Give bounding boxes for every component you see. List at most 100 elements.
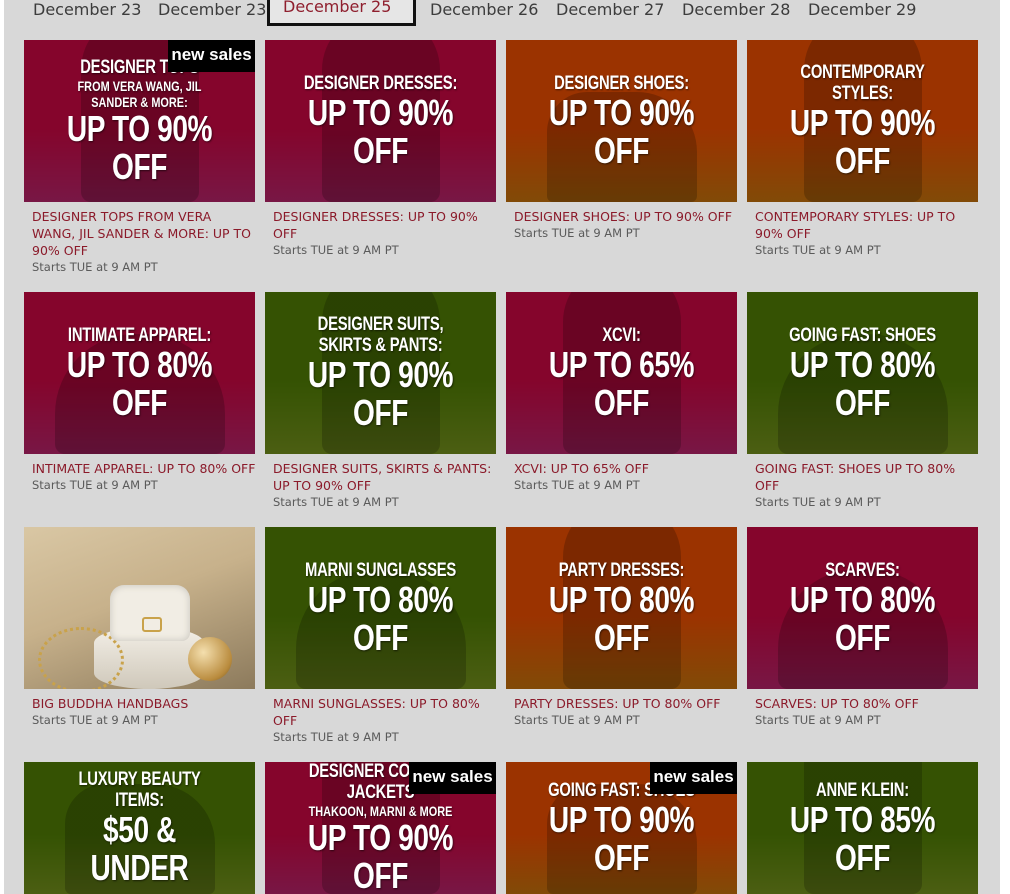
- sale-banner[interactable]: XCVI: Up to 65% off: [506, 292, 737, 454]
- sale-banner[interactable]: Marni Sunglasses Up to 80% off: [265, 527, 496, 689]
- sale-card: Anne Klein: Up to 85% off: [747, 762, 978, 894]
- sale-banner[interactable]: Luxury Beauty Items: $50 & under: [24, 762, 255, 894]
- sale-title-link[interactable]: XCVI: Up to 65% off: [514, 460, 740, 477]
- sales-page: December 23 December 23 December 25 Dece…: [4, 0, 1000, 894]
- banner-subline: from Vera Wang, Jil Sander & More:: [77, 77, 202, 110]
- sale-start-time: Starts TUE at 9 AM PT: [273, 495, 399, 509]
- handbag-shape: [110, 585, 190, 641]
- banner-discount: Up to 90% off: [789, 102, 936, 181]
- tab-december-26[interactable]: December 26: [430, 0, 538, 22]
- sale-start-time: Starts TUE at 9 AM PT: [32, 478, 158, 492]
- sale-start-time: Starts TUE at 9 AM PT: [514, 226, 640, 240]
- tab-december-27[interactable]: December 27: [556, 0, 664, 22]
- sale-banner[interactable]: Intimate Apparel: Up to 80% off: [24, 292, 255, 454]
- sale-card: Luxury Beauty Items: $50 & under: [24, 762, 255, 894]
- sale-title-link[interactable]: Designer Dresses: Up to 90% off: [273, 208, 499, 242]
- tab-december-29[interactable]: December 29: [808, 0, 916, 22]
- sale-start-time: Starts TUE at 9 AM PT: [273, 243, 399, 257]
- sale-banner[interactable]: Designer Coats & Jackets Thakoon, Marni &…: [265, 762, 496, 894]
- sale-title-link[interactable]: Big Buddha Handbags: [32, 695, 258, 712]
- sale-banner[interactable]: [24, 527, 255, 689]
- sale-start-time: Starts TUE at 9 AM PT: [755, 713, 881, 727]
- sale-banner[interactable]: Designer Suits, Skirts & Pants: Up to 90%…: [265, 292, 496, 454]
- banner-discount: Up to 80% off: [66, 343, 213, 423]
- banner-headline: Marni Sunglasses: [304, 559, 457, 581]
- banner-discount: Up to 65% off: [548, 343, 695, 423]
- banner-discount: Up to 80% off: [548, 578, 695, 658]
- banner-text: Designer Suits, Skirts & Pants: Up to 90%…: [295, 292, 466, 454]
- clasp-shape: [142, 617, 162, 632]
- sale-start-time: Starts TUE at 9 AM PT: [755, 243, 881, 257]
- banner-text: XCVI: Up to 65% off: [536, 292, 707, 454]
- banner-headline: Scarves:: [825, 559, 900, 581]
- sale-title-link[interactable]: Intimate Apparel: Up to 80% off: [32, 460, 258, 477]
- banner-headline: Designer Dresses:: [303, 72, 458, 94]
- sale-start-time: Starts TUE at 9 AM PT: [32, 260, 158, 274]
- sale-banner[interactable]: Scarves: Up to 80% off: [747, 527, 978, 689]
- sale-card: Contemporary Styles: Up to 90% off Contemp…: [747, 40, 978, 258]
- banner-discount: Up to 90% off: [66, 107, 213, 187]
- new-sales-badge: new sales: [168, 40, 255, 72]
- sale-card: Big Buddha Handbags Starts TUE at 9 AM PT: [24, 527, 255, 728]
- sale-title-link[interactable]: Party Dresses: Up to 80% off: [514, 695, 740, 712]
- banner-text: Intimate Apparel: Up to 80% off: [54, 292, 225, 454]
- ornament-shape: [188, 637, 232, 681]
- tab-december-23a[interactable]: December 23: [33, 0, 141, 22]
- banner-discount: Up to 90% off: [548, 91, 695, 171]
- banner-discount: Up to 80% off: [789, 343, 936, 423]
- banner-discount: Up to 80% off: [307, 578, 454, 658]
- banner-text: Contemporary Styles: Up to 90% off: [777, 40, 948, 202]
- banner-headline: Luxury Beauty Items:: [78, 769, 201, 811]
- sale-banner[interactable]: Going Fast: Shoes Up to 80% off: [747, 292, 978, 454]
- sale-title-link[interactable]: Designer Tops from Vera Wang, Jil Sander…: [32, 208, 258, 259]
- banner-discount: Up to 85% off: [789, 798, 936, 878]
- sale-title-link[interactable]: Marni Sunglasses: Up to 80% off: [273, 695, 499, 729]
- sale-card: Designer Coats & Jackets Thakoon, Marni &…: [265, 762, 496, 894]
- banner-text: Scarves: Up to 80% off: [777, 527, 948, 689]
- sale-card: Scarves: Up to 80% off Scarves: Up to 80% …: [747, 527, 978, 728]
- banner-text: Going Fast: Shoes Up to 80% off: [777, 292, 948, 454]
- banner-text: Designer Dresses: Up to 90% off: [295, 40, 466, 202]
- sale-card: Going Fast: Shoes Up to 80% off Going Fast…: [747, 292, 978, 510]
- sale-card: Intimate Apparel: Up to 80% off Intimate A…: [24, 292, 255, 493]
- sale-card: Party Dresses: Up to 80% off Party Dresses…: [506, 527, 737, 728]
- sale-title-link[interactable]: Contemporary Styles: Up to 90% off: [755, 208, 981, 242]
- banner-headline: Intimate Apparel:: [67, 324, 212, 346]
- banner-headline: Anne Klein:: [816, 779, 909, 801]
- sale-banner[interactable]: Designer Shoes: Up to 90% off: [506, 40, 737, 202]
- banner-discount: Up to 80% off: [789, 578, 936, 658]
- sale-title-link[interactable]: Scarves: Up to 80% off: [755, 695, 981, 712]
- banner-headline: Designer Shoes:: [554, 72, 689, 94]
- banner-text: Designer Shoes: Up to 90% off: [536, 40, 707, 202]
- sale-title-link[interactable]: Designer Shoes: Up to 90% off: [514, 208, 740, 225]
- sale-card: Designer Shoes: Up to 90% off Designer Sho…: [506, 40, 737, 241]
- sale-banner[interactable]: Party Dresses: Up to 80% off: [506, 527, 737, 689]
- sale-title-link[interactable]: Going Fast: Shoes Up to 80% off: [755, 460, 981, 494]
- sale-card: Going Fast: Shoes Up to 90% off new sales: [506, 762, 737, 894]
- banner-discount: Up to 90% off: [307, 354, 454, 433]
- tab-december-23b[interactable]: December 23: [158, 0, 266, 22]
- sale-card: Designer Tops from Vera Wang, Jil Sander …: [24, 40, 255, 275]
- sale-banner[interactable]: Designer Dresses: Up to 90% off: [265, 40, 496, 202]
- date-tabs: December 23 December 23 December 25 Dece…: [4, 0, 1000, 34]
- tab-december-28[interactable]: December 28: [682, 0, 790, 22]
- sale-title-link[interactable]: Designer Suits, Skirts & Pants: Up to 90…: [273, 460, 499, 494]
- sale-banner[interactable]: Anne Klein: Up to 85% off: [747, 762, 978, 894]
- sale-start-time: Starts TUE at 9 AM PT: [32, 713, 158, 727]
- sale-banner[interactable]: Going Fast: Shoes Up to 90% off new sales: [506, 762, 737, 894]
- sale-banner[interactable]: Contemporary Styles: Up to 90% off: [747, 40, 978, 202]
- sale-start-time: Starts TUE at 9 AM PT: [514, 478, 640, 492]
- sale-card: Designer Dresses: Up to 90% off Designer D…: [265, 40, 496, 258]
- sale-start-time: Starts TUE at 9 AM PT: [755, 495, 881, 509]
- tab-december-25[interactable]: December 25: [267, 0, 416, 26]
- sale-start-time: Starts TUE at 9 AM PT: [514, 713, 640, 727]
- sale-card: Designer Suits, Skirts & Pants: Up to 90%…: [265, 292, 496, 510]
- sale-banner[interactable]: Designer Tops from Vera Wang, Jil Sander …: [24, 40, 255, 202]
- banner-discount: Up to 90% off: [307, 817, 454, 894]
- banner-headline: Party Dresses:: [558, 559, 685, 581]
- new-sales-badge: new sales: [409, 762, 496, 794]
- banner-headline: Contemporary Styles:: [800, 62, 925, 104]
- banner-discount: Up to 90% off: [548, 798, 695, 878]
- banner-headline: Designer Suits, Skirts & Pants:: [317, 314, 444, 356]
- banner-discount: Up to 90% off: [307, 91, 454, 171]
